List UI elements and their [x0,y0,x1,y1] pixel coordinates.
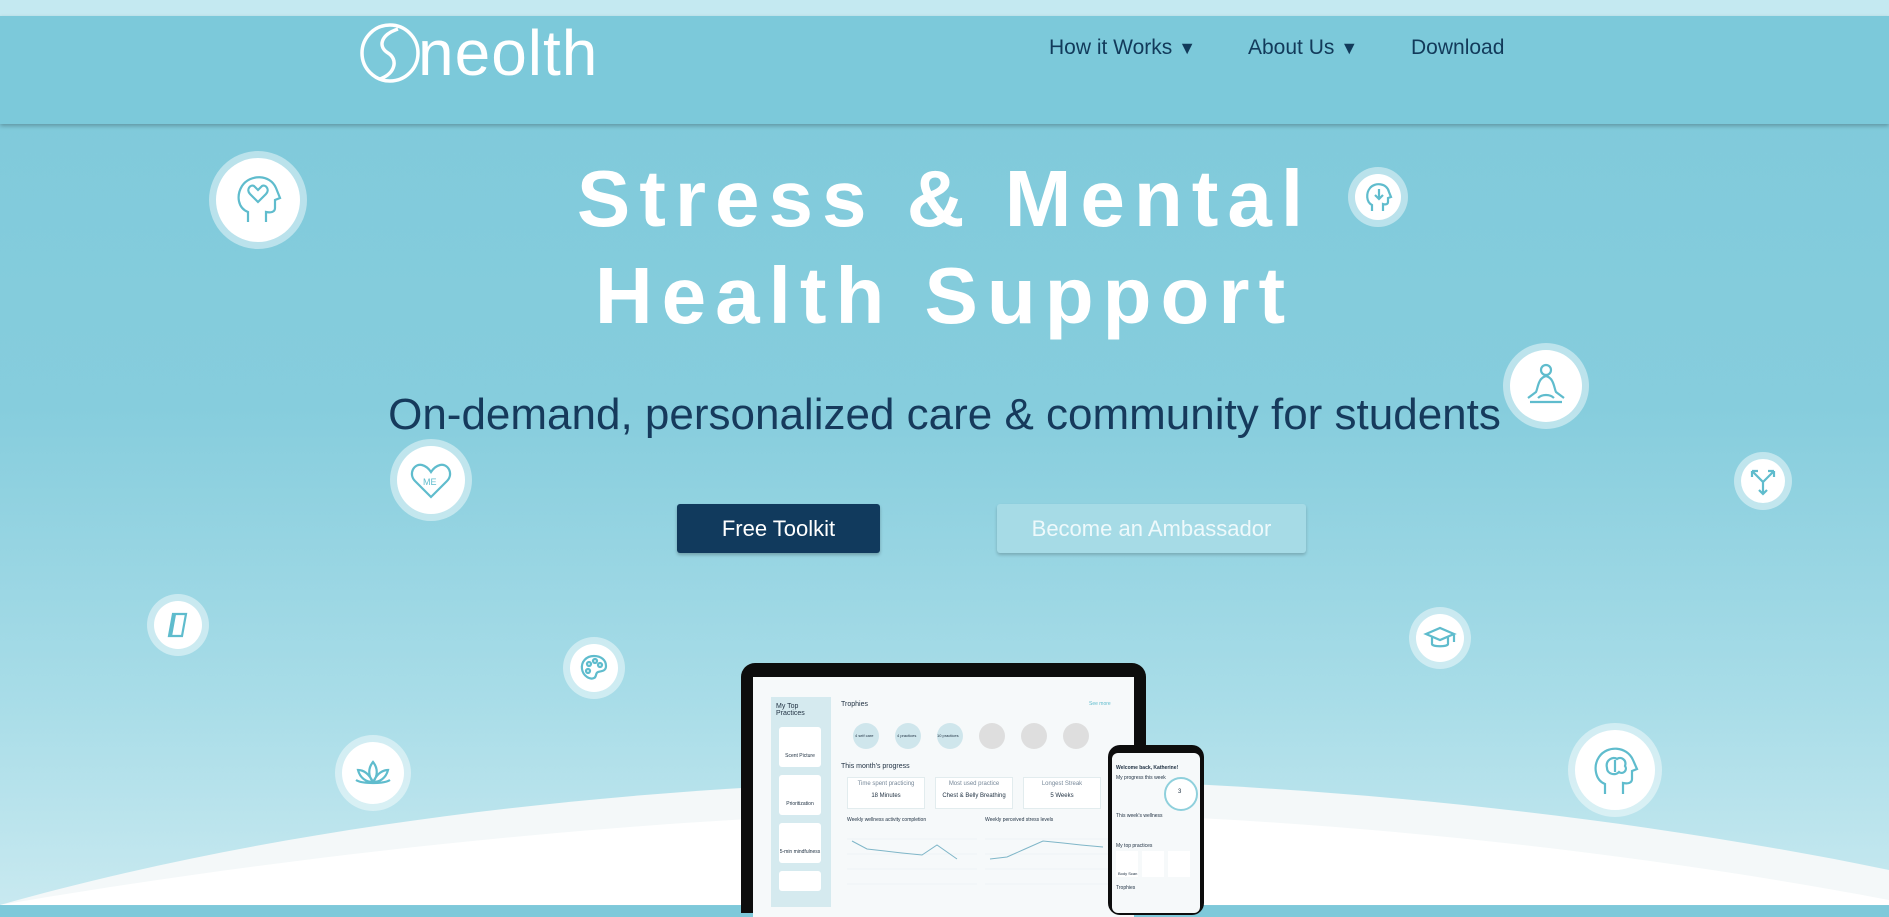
phone-progress-count: 3 [1178,789,1182,795]
trophies-label: Trophies [841,701,868,708]
trophy-label: 4 self care [855,733,874,738]
practice-card: Scent Picture [779,727,821,767]
phone-card [1142,851,1164,877]
laptop-screen: My Top Practices Scent Picture Prioritiz… [753,677,1134,917]
phone-mockup: Welcome back, Katherine! My progress thi… [1108,745,1204,915]
stat-label: Most used practice [948,781,1000,787]
trophy-badge [979,723,1005,749]
svg-text:ME: ME [423,477,437,487]
logo-text: neolth [418,17,599,89]
logo[interactable]: neolth [358,18,598,88]
meditation-icon [1527,363,1565,404]
stat-value: 5 Weeks [1050,793,1074,799]
logo-mark-icon [360,23,420,83]
laptop-sidebar: My Top Practices Scent Picture Prioritiz… [771,697,831,907]
head-download-bubble [1355,174,1401,220]
stat-value: Chest & Belly Breathing [942,793,1006,799]
laptop-mockup: My Top Practices Scent Picture Prioritiz… [741,663,1146,917]
phone-progress-label: My progress this week [1116,775,1166,781]
stat-box: Longest Streak 5 Weeks [1023,777,1101,809]
caret-down-icon: ▼ [1340,37,1359,58]
trophy-label: 10 practices [937,733,959,738]
phone-card [1168,851,1190,877]
graduation-cap-icon [1423,626,1457,648]
stat-label: Longest Streak [1041,781,1083,787]
practice-card: 5-min mindfulness [779,823,821,863]
heart-me-icon: ME [410,463,452,499]
hero-subtitle: On-demand, personalized care & community… [388,390,1501,439]
book-bubble [154,601,202,649]
phone-screen: Welcome back, Katherine! My progress thi… [1112,753,1200,913]
palette-bubble [570,644,618,692]
trophy-badge [1063,723,1089,749]
head-download-icon [1366,183,1393,211]
see-more-link: See more [1089,701,1111,707]
practice-card-label: Prioritization [786,801,814,807]
practice-card-label: Scent Picture [785,753,815,759]
palette-icon [580,654,608,680]
graduation-cap-bubble [1416,614,1464,662]
phone-trophies-label: Trophies [1116,885,1136,891]
heart-me-bubble: ME [397,446,465,514]
sidebar-title: My Top Practices [776,703,805,717]
phone-card-label: Body Scan [1118,871,1138,876]
stat-box: Time spent practicing 18 Minutes [847,777,925,809]
progress-label: This month's progress [841,763,910,770]
phone-welcome: Welcome back, Katherine! [1116,765,1179,771]
caret-down-icon: ▼ [1178,37,1197,58]
chart-title: Weekly perceived stress levels [985,817,1054,823]
stat-box: Most used practice Chest & Belly Breathi… [935,777,1013,809]
laptop-main: Trophies See more 4 self care 4 practice… [839,697,1129,907]
trophy-badge [1021,723,1047,749]
nav-download-label: Download [1411,36,1505,59]
top-strip [0,0,1889,16]
phone-wellness-label: This week's wellness [1116,813,1163,819]
wellness-mini-chart [847,838,977,885]
hero-title-line2: Health Support [594,251,1295,340]
site-header: neolth How it Works ▼ About Us ▼ Downloa… [0,16,1889,124]
nav-about-us[interactable]: About Us ▼ [1248,36,1358,60]
trophy-label: 4 practices [897,733,917,738]
split-arrows-icon [1750,469,1776,496]
chart-title: Weekly wellness activity completion [847,817,927,823]
nav-how-it-works-label: How it Works [1049,36,1173,59]
meditation-bubble [1510,350,1582,422]
stat-label: Time spent practicing [857,781,915,787]
head-heart-icon [237,176,282,222]
nav-about-us-label: About Us [1248,36,1335,59]
become-ambassador-button[interactable]: Become an Ambassador [997,504,1306,553]
practice-card [779,871,821,891]
phone-practices-label: My top practices [1116,843,1153,849]
stat-value: 18 Minutes [871,793,901,799]
nav-how-it-works[interactable]: How it Works ▼ [1049,36,1196,60]
stress-mini-chart [985,838,1115,885]
split-arrows-bubble [1741,459,1785,503]
free-toolkit-button[interactable]: Free Toolkit [677,504,880,553]
book-icon [167,612,188,638]
head-heart-bubble [216,158,300,242]
nav-download[interactable]: Download [1411,36,1504,60]
practice-card: Prioritization [779,775,821,815]
practice-card-label: 5-min mindfulness [779,849,821,855]
